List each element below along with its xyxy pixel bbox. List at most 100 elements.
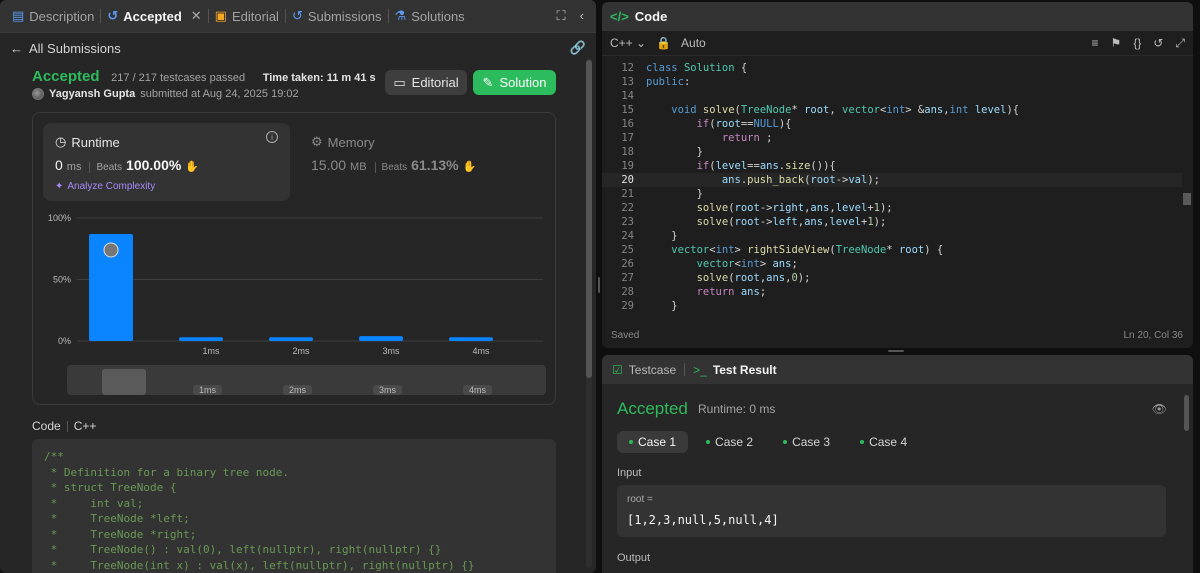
- maximize-icon[interactable]: ⛶: [557, 8, 566, 24]
- pass-dot: [783, 440, 788, 444]
- case-label: Case 1: [638, 435, 677, 449]
- runtime-value: 0 ms Beats 100.00% ✋: [55, 157, 199, 173]
- tab-solutions[interactable]: ⚗ Solutions: [389, 0, 471, 33]
- arrow-left-icon[interactable]: ←: [10, 41, 23, 56]
- code-line: /**: [44, 450, 64, 463]
- brush-label: 4ms: [463, 385, 493, 395]
- output-label: Output: [617, 552, 651, 564]
- tab-test-result[interactable]: Test Result: [713, 363, 777, 377]
- bookmark-icon[interactable]: ⚑: [1111, 36, 1122, 51]
- username[interactable]: Yagyansh Gupta: [49, 88, 135, 100]
- chart-bar[interactable]: [179, 337, 223, 341]
- editor-line: 16 if(root==NULL){: [621, 118, 792, 130]
- auto-mode[interactable]: Auto: [681, 36, 706, 50]
- code-line: * TreeNode(int x) : val(x), left(nullptr…: [44, 558, 475, 572]
- input-label: Input: [617, 467, 642, 479]
- editor-scroll-thumb[interactable]: [1183, 193, 1191, 205]
- editor-line: 19 if(level==ans.size()){: [621, 160, 836, 172]
- save-status: Saved: [611, 330, 640, 341]
- case-tab[interactable]: Case 2: [694, 431, 765, 453]
- testcases-passed: 217 / 217 testcases passed: [111, 72, 246, 84]
- splitter-grip[interactable]: [598, 277, 600, 293]
- test-panel-tabs: ☑ Testcase >_ Test Result: [602, 355, 1193, 384]
- editor-line: 15 void solve(TreeNode* root, vector<int…: [621, 104, 1020, 116]
- runtime-box[interactable]: ◷ Runtime i 0 ms Beats 100.00% ✋ ✦ Analy…: [43, 123, 290, 201]
- code-line: * Definition for a binary tree node.: [44, 465, 290, 479]
- submitted-code[interactable]: /** * Definition for a binary tree node.…: [32, 439, 556, 573]
- info-icon[interactable]: i: [266, 131, 278, 143]
- book-icon: ▭: [393, 74, 406, 90]
- eye-icon[interactable]: 👁: [1152, 402, 1167, 416]
- lock-icon: 🔒: [656, 36, 672, 50]
- editor-line-current: 20 ans.push_back(root->val);: [602, 173, 1182, 187]
- user-avatar-marker: [103, 242, 119, 258]
- editor-title: Code: [634, 9, 668, 24]
- tab-editorial[interactable]: ▣ Editorial: [209, 0, 285, 33]
- analyze-complexity-link[interactable]: ✦ Analyze Complexity: [55, 181, 155, 192]
- editor-line: 17 return ;: [621, 132, 773, 144]
- chart-bar[interactable]: [449, 337, 493, 341]
- runtime-number: 0: [55, 157, 63, 173]
- case-tab[interactable]: Case 3: [771, 431, 842, 453]
- code-line: * struct TreeNode {: [44, 481, 177, 494]
- code-line: * TreeNode() : val(0), left(nullptr), ri…: [44, 543, 442, 556]
- submission-detail: Accepted 217 / 217 testcases passed Time…: [0, 58, 596, 573]
- input-variable: root =: [627, 494, 653, 505]
- chart-brush[interactable]: 1ms 2ms 3ms 4ms: [67, 365, 546, 395]
- chart-bar[interactable]: [269, 337, 313, 341]
- language-value: C++: [610, 36, 633, 50]
- x-tick-label: 2ms: [292, 346, 310, 356]
- memory-unit: MB: [350, 161, 367, 173]
- code-editor[interactable]: 12 class Solution { 13 public: 14 15 void …: [602, 58, 1182, 316]
- language-select[interactable]: C++ ⌄: [610, 36, 646, 50]
- time-taken: Time taken: 11 m 41 s: [262, 72, 376, 84]
- chevron-down-icon: ⌄: [636, 36, 647, 50]
- beats-label: Beats: [89, 162, 122, 173]
- case-tab[interactable]: Case 1: [617, 431, 689, 453]
- runtime-label: Runtime: [71, 134, 120, 150]
- all-submissions-link[interactable]: All Submissions: [29, 41, 121, 56]
- memory-value: 15.00 MB Beats 61.13% ✋: [311, 157, 476, 173]
- editor-scrollbar[interactable]: [1183, 58, 1191, 316]
- tab-description[interactable]: ▤ Description: [6, 0, 100, 33]
- expand-icon[interactable]: ⤢: [1175, 36, 1185, 51]
- tab-label: Editorial: [231, 8, 279, 24]
- flask-icon: ⚗: [394, 8, 407, 23]
- avatar[interactable]: [32, 88, 44, 100]
- tab-testcase[interactable]: Testcase: [629, 363, 676, 377]
- tab-submissions[interactable]: ↺ Submissions: [286, 0, 388, 33]
- case-tab[interactable]: Case 4: [848, 431, 919, 453]
- code-line: * TreeNode *left;: [44, 512, 190, 525]
- clap-icon: ✋: [185, 161, 200, 173]
- cursor-position: Ln 20, Col 36: [1123, 330, 1184, 341]
- back-row: ← All Submissions 🔗: [0, 37, 596, 59]
- editor-line: 28 return ans;: [621, 286, 767, 298]
- left-tabbar: ▤ Description ↺ Accepted ✕ ▣ Editorial ↺…: [0, 0, 596, 33]
- code-icon: </>: [610, 9, 629, 24]
- reset-icon[interactable]: ↺: [1153, 36, 1163, 51]
- memory-header[interactable]: ⚙ Memory: [311, 134, 375, 150]
- editorial-button[interactable]: ▭ Editorial: [385, 70, 467, 95]
- link-icon[interactable]: 🔗: [570, 40, 586, 56]
- tab-accepted[interactable]: ↺ Accepted ✕: [101, 0, 207, 33]
- user-row: Yagyansh Gupta submitted at Aug 24, 2025…: [32, 88, 299, 100]
- status-title: Accepted: [32, 68, 100, 85]
- test-scrollbar[interactable]: [1184, 395, 1189, 431]
- status-row: Accepted 217 / 217 testcases passed Time…: [32, 68, 376, 85]
- solution-button[interactable]: ✎ Solution: [473, 70, 556, 95]
- braces-icon[interactable]: {}: [1133, 36, 1141, 51]
- doc-icon: ▤: [12, 8, 25, 23]
- chart-bar[interactable]: [359, 336, 403, 341]
- editor-line: 26 vector<int> ans;: [621, 258, 798, 270]
- format-icon[interactable]: ≡: [1092, 36, 1099, 51]
- result-status: Accepted: [617, 399, 688, 418]
- editor-line: 25 vector<int> rightSideView(TreeNode* r…: [621, 244, 944, 256]
- beats-label: Beats: [374, 162, 407, 173]
- brush-handle[interactable]: [102, 369, 146, 395]
- close-icon[interactable]: ✕: [191, 8, 202, 24]
- analyze-label: Analyze Complexity: [67, 181, 156, 192]
- editor-line: 12 class Solution {: [621, 62, 748, 74]
- brush-label: 2ms: [283, 385, 313, 395]
- horizontal-splitter[interactable]: [888, 350, 904, 352]
- collapse-icon[interactable]: ‹: [580, 8, 584, 24]
